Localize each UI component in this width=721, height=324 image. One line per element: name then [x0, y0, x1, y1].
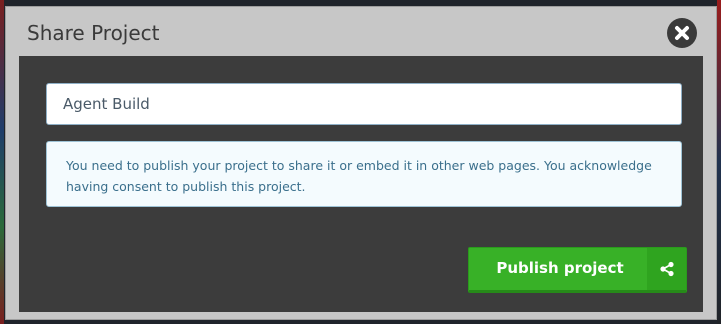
share-icon-area	[647, 248, 686, 290]
publish-project-button[interactable]: Publish project	[468, 247, 687, 293]
dialog-body: You need to publish your project to shar…	[19, 56, 703, 312]
close-button[interactable]	[667, 18, 697, 48]
share-icon	[660, 261, 674, 277]
share-project-dialog: Share Project You need to publish your p…	[5, 6, 717, 320]
publish-button-label: Publish project	[496, 259, 624, 277]
publish-notice: You need to publish your project to shar…	[46, 141, 682, 207]
project-name-input[interactable]	[46, 83, 682, 125]
close-icon	[675, 26, 689, 40]
backdrop-edge-right	[717, 0, 721, 324]
dialog-title: Share Project	[27, 21, 160, 45]
dialog-header: Share Project	[6, 7, 716, 57]
backdrop-edge-left	[0, 0, 4, 324]
